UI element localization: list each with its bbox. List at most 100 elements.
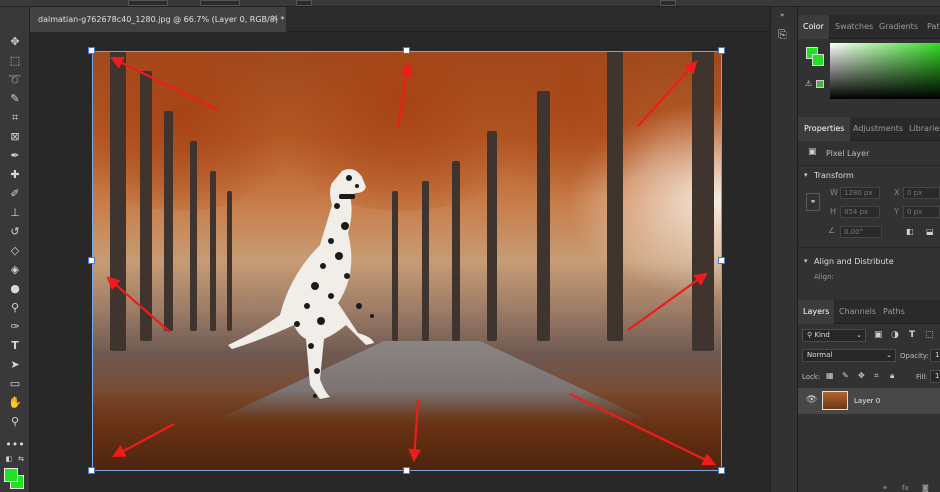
chevron-down-icon: ⌄ bbox=[856, 331, 862, 339]
tab-properties[interactable]: Properties bbox=[798, 117, 851, 141]
lock-artboard-icon[interactable]: ⌗ bbox=[874, 372, 879, 380]
tab-gradients[interactable]: Gradients bbox=[874, 15, 923, 39]
filter-shape-icon[interactable]: ⬚ bbox=[925, 331, 934, 340]
angle-icon: ∠ bbox=[828, 226, 836, 235]
color-picker-field[interactable] bbox=[830, 43, 940, 99]
default-colors-icon[interactable]: ◧ bbox=[4, 454, 14, 464]
w-label: W bbox=[830, 188, 838, 197]
close-icon[interactable]: ✕ bbox=[270, 14, 278, 24]
blend-mode-value: Normal bbox=[807, 351, 833, 359]
annotation-arrows bbox=[106, 56, 716, 466]
quick-select-icon[interactable]: ✎ bbox=[4, 89, 26, 107]
blur-icon[interactable]: ● bbox=[4, 279, 26, 297]
gamut-color-chip[interactable] bbox=[816, 80, 824, 88]
more-icon[interactable]: ••• bbox=[4, 435, 26, 453]
rectangle-icon[interactable]: ▭ bbox=[4, 374, 26, 392]
layer-type-label: Pixel Layer bbox=[826, 149, 870, 158]
pen-icon[interactable]: ✑ bbox=[4, 317, 26, 335]
align-label: Align: bbox=[814, 273, 834, 281]
path-select-icon[interactable]: ➤ bbox=[4, 355, 26, 373]
dodge-icon[interactable]: ⚲ bbox=[4, 298, 26, 316]
color-panel-tabs: Color Swatches Gradients Patt bbox=[798, 15, 940, 39]
eye-icon[interactable]: 👁︎ bbox=[806, 396, 817, 405]
pixel-layer-icon: ▣ bbox=[808, 147, 817, 157]
blend-mode-select[interactable]: Normal ⌄ bbox=[802, 349, 896, 362]
options-field[interactable] bbox=[660, 0, 676, 6]
opacity-field[interactable]: 10 bbox=[930, 349, 940, 362]
y-field[interactable]: 0 px bbox=[903, 206, 940, 218]
y-label: Y bbox=[894, 207, 899, 216]
swap-colors-icon[interactable]: ⇆ bbox=[16, 454, 26, 464]
fill-label: Fill: bbox=[916, 373, 928, 381]
crop-icon[interactable]: ⌗ bbox=[4, 108, 26, 126]
history-brush-icon[interactable]: ↺ bbox=[4, 222, 26, 240]
brush-icon[interactable]: ✐ bbox=[4, 184, 26, 202]
angle-field[interactable]: 0.00° bbox=[840, 226, 882, 238]
x-label: X bbox=[894, 188, 900, 197]
properties-panel-tabs: Properties Adjustments Libraries bbox=[798, 117, 940, 141]
tab-layers[interactable]: Layers bbox=[798, 300, 835, 324]
move-icon[interactable]: ✥ bbox=[4, 32, 26, 50]
h-label: H bbox=[830, 207, 837, 216]
eraser-icon[interactable]: ◇ bbox=[4, 241, 26, 259]
chevron-down-icon[interactable]: ▾ bbox=[804, 172, 808, 179]
fill-field[interactable]: 10 bbox=[930, 370, 940, 383]
tools-panel: ✥ ⬚ ➰ ✎ ⌗ ⊠ ✒ ✚ ✐ ⊥ ↺ ◇ ◈ ● ⚲ ✑ T ➤ ▭ ✋ … bbox=[0, 7, 30, 492]
opacity-label: Opacity: bbox=[900, 352, 929, 360]
history-panel-icon[interactable]: ⎘ bbox=[778, 29, 787, 40]
layer-filter-select[interactable]: ⚲ Kind ⌄ bbox=[802, 329, 866, 342]
flip-horizontal-icon[interactable]: ◧ bbox=[906, 228, 914, 236]
frame-icon[interactable]: ⊠ bbox=[4, 127, 26, 145]
width-field[interactable]: 1280 px bbox=[840, 187, 880, 199]
tab-libraries[interactable]: Libraries bbox=[904, 117, 940, 141]
options-field[interactable] bbox=[200, 0, 240, 6]
tab-patterns[interactable]: Patt bbox=[922, 15, 940, 39]
type-icon[interactable]: T bbox=[4, 336, 26, 354]
marquee-icon[interactable]: ⬚ bbox=[4, 51, 26, 69]
healing-icon[interactable]: ✚ bbox=[4, 165, 26, 183]
layers-panel-tabs: Layers Channels Paths bbox=[798, 300, 940, 324]
align-heading: Align and Distribute bbox=[814, 257, 894, 266]
foreground-color-swatch[interactable] bbox=[4, 468, 18, 482]
right-panels: Color Swatches Gradients Patt ⚠ Properti… bbox=[798, 7, 940, 492]
flip-vertical-icon[interactable]: ⬓ bbox=[926, 228, 934, 236]
hand-icon[interactable]: ✋ bbox=[4, 393, 26, 411]
tab-swatches[interactable]: Swatches bbox=[830, 15, 878, 39]
filter-kind-value: Kind bbox=[814, 331, 830, 339]
lasso-icon[interactable]: ➰ bbox=[4, 70, 26, 88]
collapsed-panel-strip: » ⎘ bbox=[770, 7, 798, 492]
lock-all-icon[interactable]: 🔒︎ bbox=[890, 372, 894, 380]
tab-adjustments[interactable]: Adjustments bbox=[848, 117, 908, 141]
chevron-down-icon: ⌄ bbox=[886, 351, 892, 359]
background-color-chip[interactable] bbox=[812, 54, 824, 66]
height-field[interactable]: 854 px bbox=[840, 206, 880, 218]
document-tab[interactable]: dalmatian-g762678c40_1280.jpg @ 66.7% (L… bbox=[30, 7, 286, 32]
tab-paths[interactable]: Paths bbox=[878, 300, 910, 324]
filter-type-icon[interactable]: T bbox=[909, 331, 915, 340]
layer-name[interactable]: Layer 0 bbox=[854, 397, 880, 405]
link-layers-icon[interactable]: ⚭ bbox=[882, 485, 888, 492]
x-field[interactable]: 0 px bbox=[903, 187, 940, 199]
paint-bucket-icon[interactable]: ◈ bbox=[4, 260, 26, 278]
lock-image-icon[interactable]: ✎ bbox=[842, 372, 849, 380]
chevron-down-icon[interactable]: ▾ bbox=[804, 258, 808, 265]
layer-style-icon[interactable]: fx bbox=[902, 485, 909, 492]
add-mask-icon[interactable]: ◙ bbox=[922, 485, 929, 492]
document-tab-title: dalmatian-g762678c40_1280.jpg @ 66.7% (L… bbox=[38, 15, 285, 24]
zoom-icon[interactable]: ⚲ bbox=[4, 412, 26, 430]
canvas-area bbox=[30, 32, 770, 492]
collapse-icon[interactable]: » bbox=[780, 12, 784, 19]
lock-transparent-icon[interactable]: ▦ bbox=[826, 372, 834, 380]
eyedropper-icon[interactable]: ✒ bbox=[4, 146, 26, 164]
lock-position-icon[interactable]: ✥ bbox=[858, 372, 865, 380]
layer-row[interactable]: 👁︎ Layer 0 bbox=[798, 388, 940, 414]
tab-color[interactable]: Color bbox=[798, 15, 829, 39]
stamp-icon[interactable]: ⊥ bbox=[4, 203, 26, 221]
filter-pixel-icon[interactable]: ▣ bbox=[874, 331, 883, 340]
filter-adjustment-icon[interactable]: ◑ bbox=[891, 331, 899, 340]
tab-channels[interactable]: Channels bbox=[834, 300, 881, 324]
link-dimensions-icon[interactable]: ⚭ bbox=[806, 193, 820, 211]
layer-thumbnail bbox=[822, 391, 848, 410]
options-field[interactable] bbox=[128, 0, 168, 6]
options-field[interactable] bbox=[296, 0, 312, 6]
